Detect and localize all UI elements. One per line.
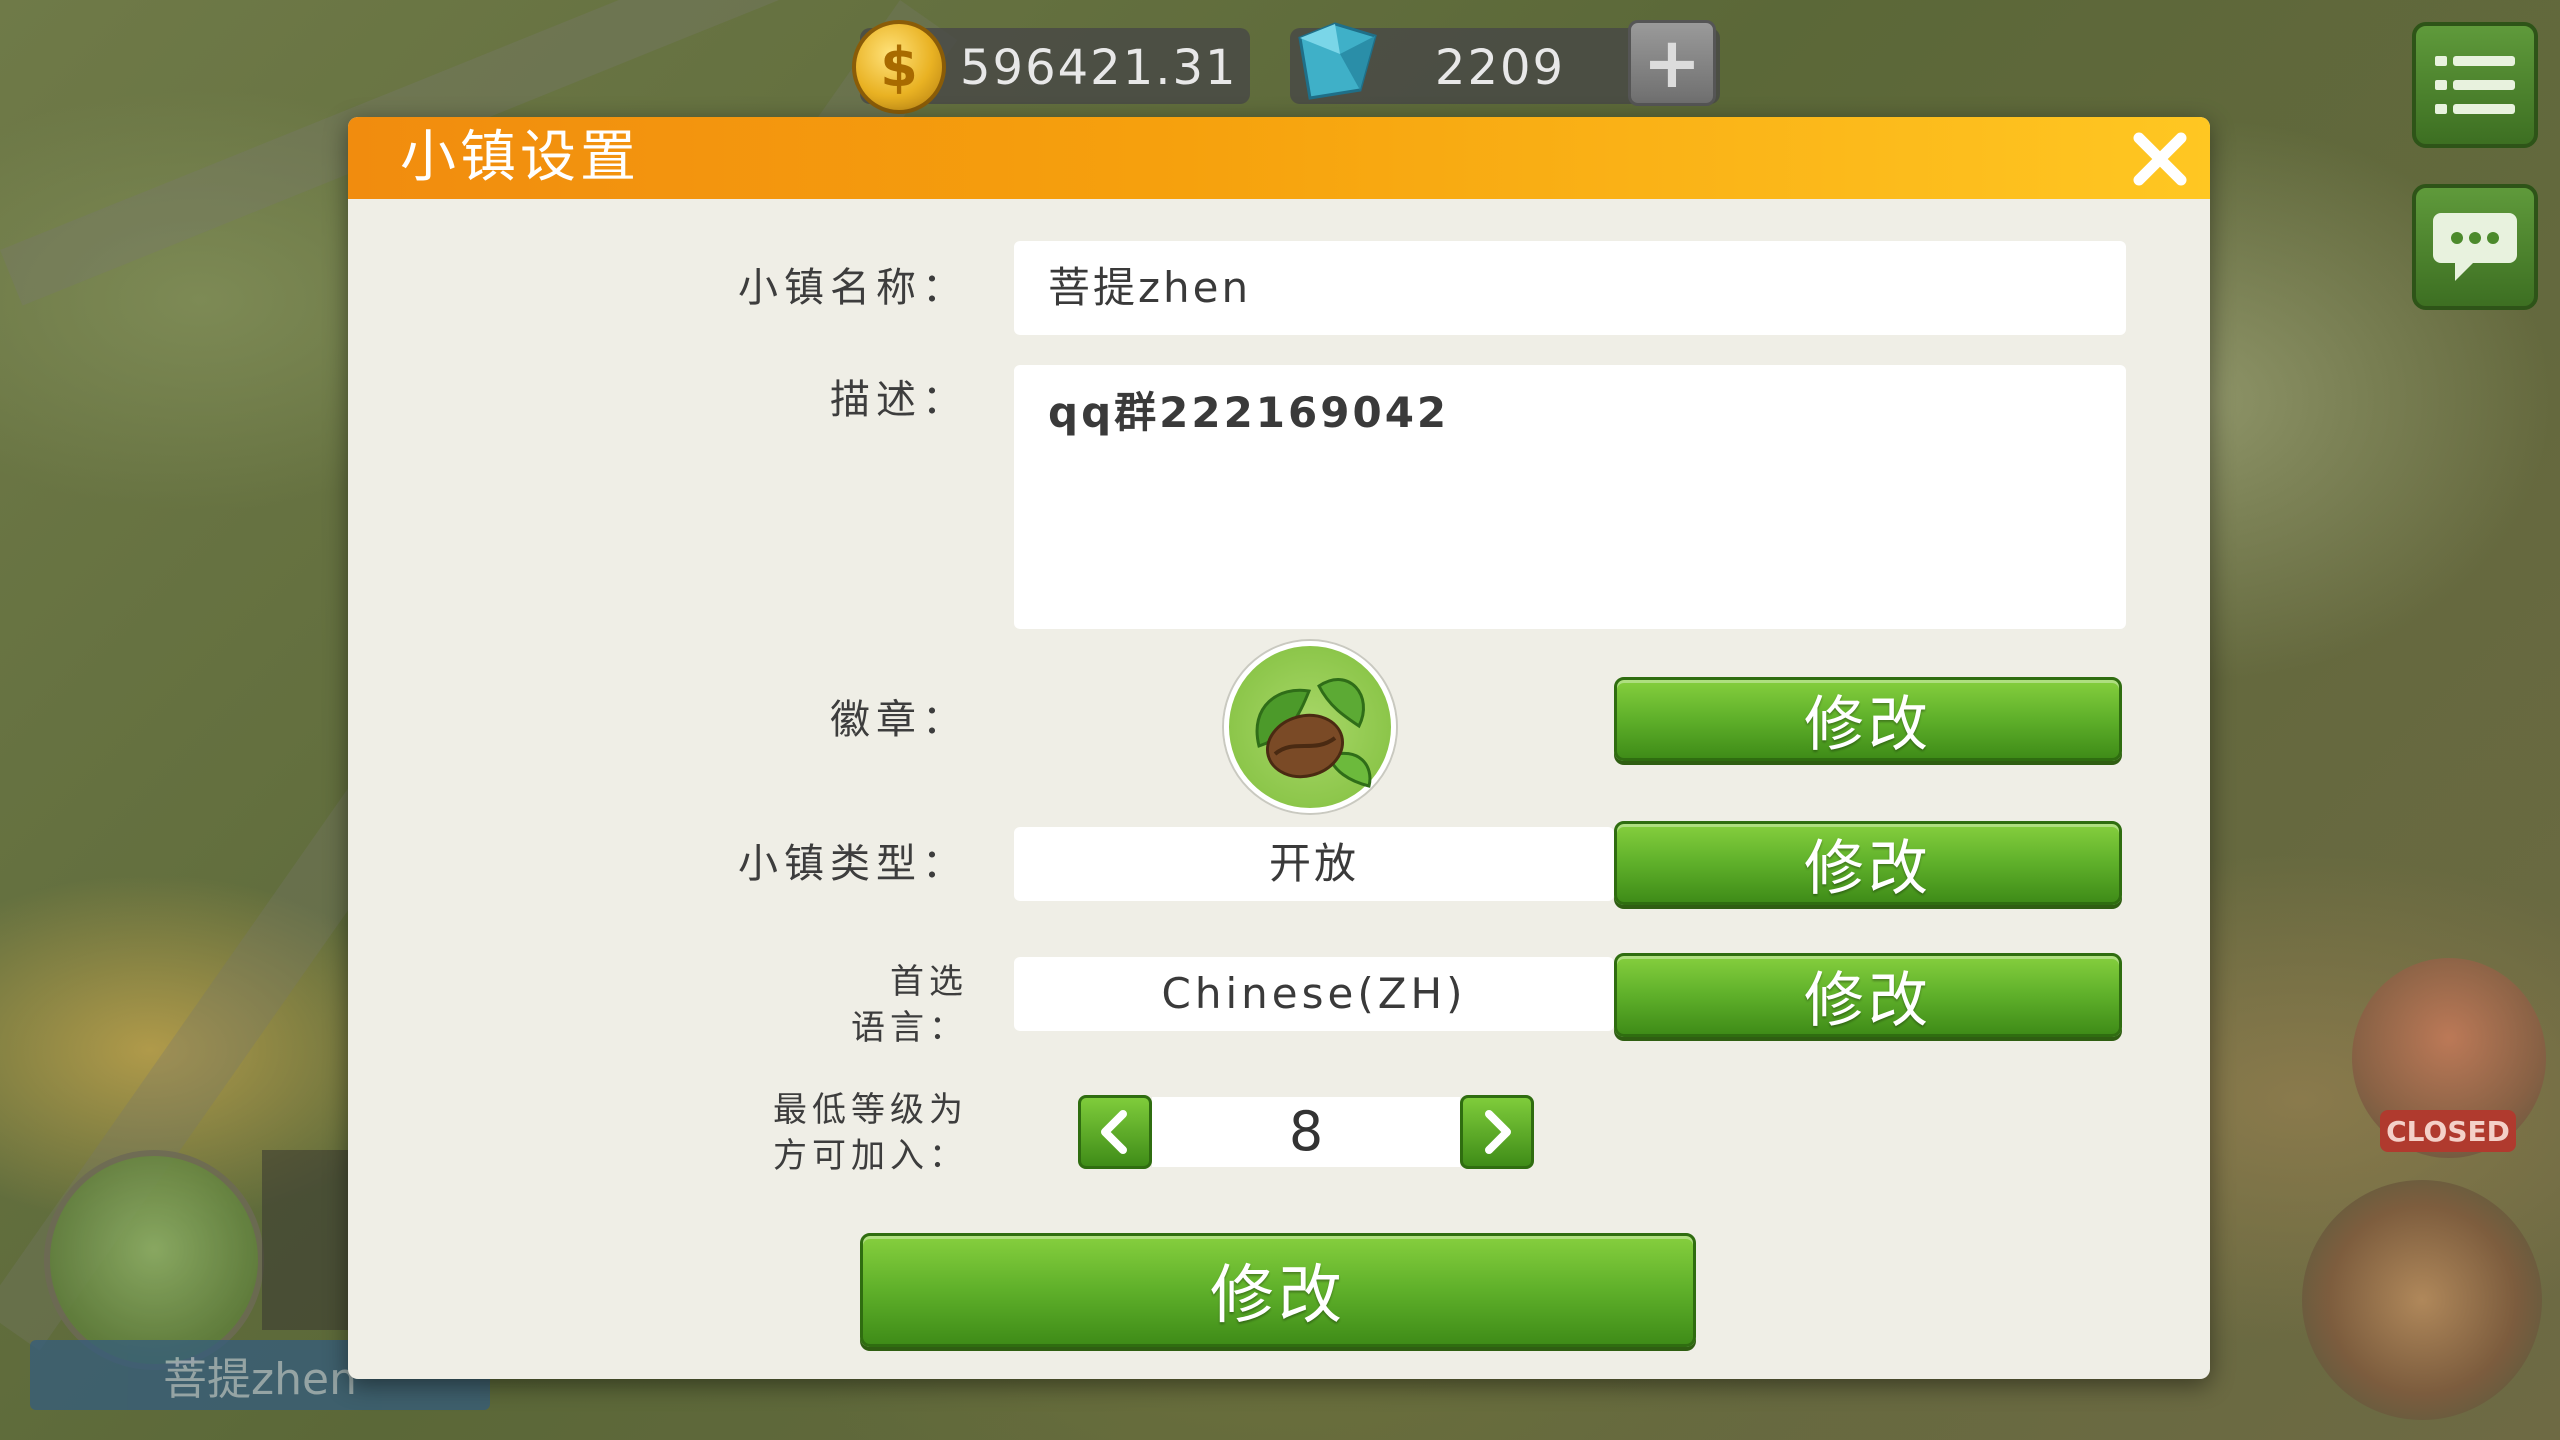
chevron-right-icon	[1485, 1110, 1511, 1154]
dialog-title: 小镇设置	[400, 125, 640, 190]
town-name-label: 小镇名称：	[738, 265, 968, 311]
town-badge	[1224, 641, 1396, 813]
description-label: 描述：	[830, 377, 968, 423]
chevron-left-icon	[1101, 1110, 1127, 1154]
submit-changes-button[interactable]: 修改	[860, 1233, 1696, 1347]
close-button[interactable]	[2128, 127, 2192, 191]
min-level-label-line1: 最低等级为	[773, 1090, 968, 1130]
town-name-input[interactable]: 菩提zhen	[1014, 241, 2126, 335]
chat-button[interactable]	[2412, 184, 2538, 310]
min-level-label-line2: 方可加入：	[773, 1136, 968, 1176]
coin-amount: 596421.31	[960, 40, 1238, 96]
min-level-label: 最低等级为 方可加入：	[648, 1087, 968, 1179]
change-language-button[interactable]: 修改	[1614, 953, 2122, 1037]
shop-building-icon[interactable]	[2302, 1180, 2542, 1420]
town-type-label: 小镇类型：	[738, 841, 968, 887]
menu-button[interactable]	[2412, 22, 2538, 148]
change-badge-button[interactable]: 修改	[1614, 677, 2122, 761]
chat-bubble-icon	[2433, 213, 2517, 281]
town-avatar[interactable]	[44, 1150, 264, 1370]
gem-amount: 2209	[1434, 40, 1566, 96]
town-settings-dialog: 小镇设置 小镇名称： 菩提zhen 描述： qq群222169042 徽章： 修…	[348, 117, 2210, 1379]
close-icon	[2133, 132, 2187, 186]
change-town-type-button[interactable]: 修改	[1614, 821, 2122, 905]
language-value: Chinese(ZH)	[1014, 957, 1614, 1031]
badge-label: 徽章：	[830, 697, 968, 743]
min-level-value: 8	[1152, 1097, 1460, 1167]
closed-tag: CLOSED	[2380, 1110, 2516, 1152]
language-label-line1: 首选	[890, 962, 968, 1002]
level-decrease-button[interactable]	[1078, 1095, 1152, 1169]
list-icon	[2435, 56, 2515, 114]
coffee-bean-icon	[1255, 678, 1372, 788]
diamond-icon	[1298, 22, 1377, 100]
dialog-header: 小镇设置	[348, 117, 2210, 199]
language-label-line2: 语言：	[851, 1008, 968, 1048]
town-type-value: 开放	[1014, 827, 1614, 901]
buy-gems-button[interactable]: +	[1628, 20, 1716, 106]
description-input[interactable]: qq群222169042	[1014, 365, 2126, 629]
level-increase-button[interactable]	[1460, 1095, 1534, 1169]
coin-icon: $	[852, 20, 946, 114]
language-label: 首选 语言：	[708, 959, 968, 1051]
